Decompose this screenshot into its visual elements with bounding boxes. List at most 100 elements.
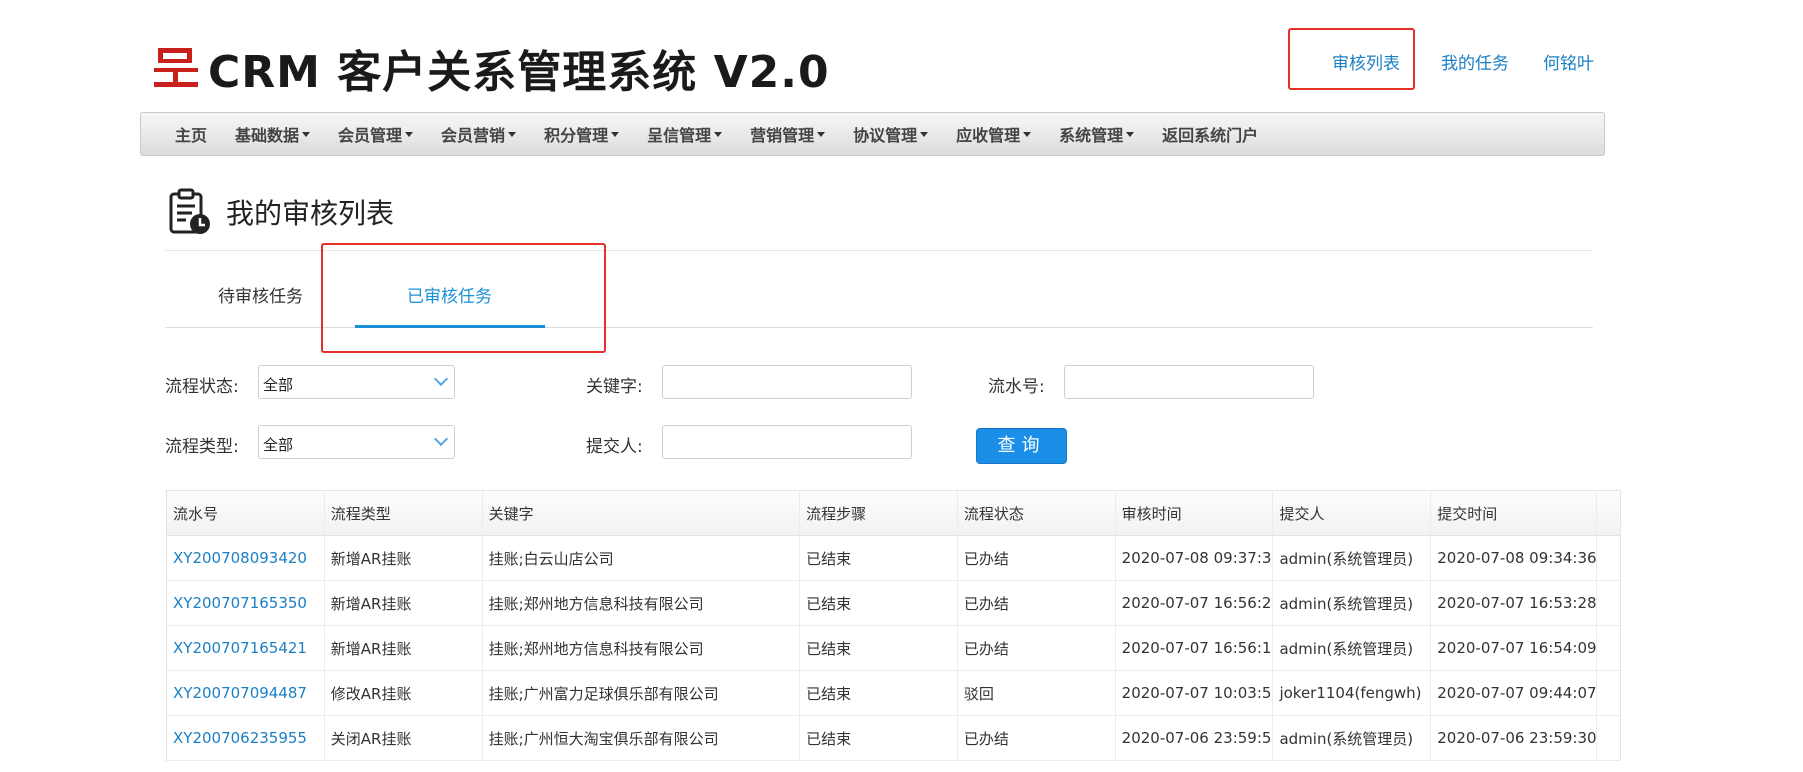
table-row: XY200707165421 新增AR挂账 挂账;郑州地方信息科技有限公司 已结束 已办… <box>167 626 1620 671</box>
caret-down-icon <box>508 131 517 137</box>
table-row: XY200707094487 修改AR挂账 挂账;广州富力足球俱乐部有限公司 已结束驳… <box>167 671 1620 716</box>
table-header: 流水号 流程类型 关键字 流程步骤 流程状态 审核时间 提交人 提交时间 <box>167 491 1620 536</box>
table-cell: 已结束 <box>800 536 958 580</box>
serial-number-link[interactable]: XY200707094487 <box>167 671 325 715</box>
nav-home[interactable]: 主页 <box>175 122 207 146</box>
column-header: 提交时间 <box>1431 491 1597 535</box>
submitter-label: 提交人: <box>586 437 643 457</box>
column-header: 流水号 <box>167 491 325 535</box>
table-cell: admin(系统管理员) <box>1273 626 1432 670</box>
table-cell: 2020-07-08 09:34:36 <box>1431 536 1597 580</box>
table-cell: 已办结 <box>958 626 1116 670</box>
app-logo: CRM 客户关系管理系统 V2.0 <box>154 36 830 100</box>
table-cell: joker1104(fengwh) <box>1273 671 1432 715</box>
caret-down-icon <box>1023 131 1032 137</box>
table-cell: 新增AR挂账 <box>325 536 483 580</box>
review-table: 流水号 流程类型 关键字 流程步骤 流程状态 审核时间 提交人 提交时间 XY2… <box>166 490 1621 761</box>
keyword-label: 关键字: <box>586 377 643 397</box>
serial-number-link[interactable]: XY200707165421 <box>167 626 325 670</box>
scrollbar-gutter <box>1597 536 1620 580</box>
tab-pending-review[interactable]: 待审核任务 <box>218 282 303 307</box>
chevron-down-icon <box>433 371 449 387</box>
table-row: XY200706235955 关闭AR挂账 挂账;广州恒大淘宝俱乐部有限公司 已结束已… <box>167 716 1620 761</box>
serial-number-link[interactable]: XY200706235955 <box>167 716 325 760</box>
scrollbar-gutter <box>1597 716 1620 760</box>
review-list-link[interactable]: 审核列表 <box>1332 49 1400 74</box>
table-cell: 2020-07-07 10:03:55 <box>1116 671 1274 715</box>
table-cell: 挂账;白云山店公司 <box>483 536 801 580</box>
scrollbar-gutter <box>1597 671 1620 715</box>
nav-points-management[interactable]: 积分管理 <box>544 122 620 146</box>
serial-number-link[interactable]: XY200707165350 <box>167 581 325 625</box>
process-status-label: 流程状态: <box>165 377 239 397</box>
table-body: XY200708093420 新增AR挂账 挂账;白云山店公司 已结束 已办结 2020-… <box>167 536 1620 761</box>
table-cell: 新增AR挂账 <box>325 626 483 670</box>
page-heading: 我的审核列表 <box>168 188 394 236</box>
nav-chengxin-management[interactable]: 呈信管理 <box>647 122 723 146</box>
scrollbar-gutter <box>1597 581 1620 625</box>
table-cell: admin(系统管理员) <box>1273 536 1432 580</box>
tab-bar: 待审核任务 已审核任务 <box>165 270 1593 328</box>
table-cell: 已办结 <box>958 716 1116 760</box>
process-type-value: 全部 <box>263 436 294 454</box>
keyword-input[interactable] <box>662 365 912 399</box>
divider <box>165 250 1593 251</box>
page-title: 我的审核列表 <box>226 197 395 230</box>
table-cell: 关闭AR挂账 <box>325 716 483 760</box>
nav-basic-data[interactable]: 基础数据 <box>235 122 311 146</box>
scrollbar-gutter <box>1597 491 1620 535</box>
table-cell: 2020-07-07 16:56:20 <box>1116 581 1274 625</box>
table-cell: 已结束 <box>800 716 958 760</box>
nav-agreement-management[interactable]: 协议管理 <box>853 122 929 146</box>
process-status-value: 全部 <box>263 376 294 394</box>
nav-marketing-management[interactable]: 营销管理 <box>750 122 826 146</box>
user-name-link[interactable]: 何铭叶 <box>1543 49 1594 74</box>
caret-down-icon <box>920 131 929 137</box>
my-tasks-link[interactable]: 我的任务 <box>1441 49 1509 74</box>
caret-down-icon <box>1126 131 1135 137</box>
table-cell: 2020-07-07 16:53:28 <box>1431 581 1597 625</box>
table-cell: 已结束 <box>800 581 958 625</box>
table-cell: 2020-07-06 23:59:30 <box>1431 716 1597 760</box>
table-cell: 已办结 <box>958 536 1116 580</box>
table-row: XY200707165350 新增AR挂账 挂账;郑州地方信息科技有限公司 已结束 已办… <box>167 581 1620 626</box>
table-cell: 2020-07-07 16:56:19 <box>1116 626 1274 670</box>
caret-down-icon <box>302 131 311 137</box>
table-cell: 挂账;广州富力足球俱乐部有限公司 <box>483 671 801 715</box>
table-cell: 已结束 <box>800 671 958 715</box>
table-cell: 新增AR挂账 <box>325 581 483 625</box>
table-cell: 修改AR挂账 <box>325 671 483 715</box>
table-cell: 挂账;郑州地方信息科技有限公司 <box>483 626 801 670</box>
column-header: 关键字 <box>483 491 801 535</box>
scrollbar-gutter <box>1597 626 1620 670</box>
process-status-select[interactable]: 全部 <box>258 365 455 399</box>
column-header: 流程状态 <box>958 491 1116 535</box>
table-cell: 2020-07-07 16:54:09 <box>1431 626 1597 670</box>
serial-number-label: 流水号: <box>988 377 1045 397</box>
process-type-select[interactable]: 全部 <box>258 425 455 459</box>
app-title: CRM 客户关系管理系统 V2.0 <box>208 47 830 98</box>
clipboard-clock-icon <box>169 188 210 234</box>
submitter-input[interactable] <box>662 425 912 459</box>
logo-mark-icon <box>154 48 198 88</box>
serial-number-link[interactable]: XY200708093420 <box>167 536 325 580</box>
table-row: XY200708093420 新增AR挂账 挂账;白云山店公司 已结束 已办结 2020-… <box>167 536 1620 581</box>
active-tab-indicator <box>355 325 545 328</box>
nav-system-management[interactable]: 系统管理 <box>1059 122 1135 146</box>
nav-receivables-management[interactable]: 应收管理 <box>956 122 1032 146</box>
caret-down-icon <box>817 131 826 137</box>
app-header: CRM 客户关系管理系统 V2.0 审核列表 我的任务 何铭叶 <box>0 0 1803 110</box>
column-header: 流程类型 <box>325 491 483 535</box>
nav-member-marketing[interactable]: 会员营销 <box>441 122 517 146</box>
query-button[interactable]: 查询 <box>976 428 1067 464</box>
nav-return-portal[interactable]: 返回系统门户 <box>1162 122 1258 146</box>
table-cell: 驳回 <box>958 671 1116 715</box>
nav-member-management[interactable]: 会员管理 <box>338 122 414 146</box>
table-cell: 挂账;郑州地方信息科技有限公司 <box>483 581 801 625</box>
table-cell: admin(系统管理员) <box>1273 716 1432 760</box>
serial-number-input[interactable] <box>1064 365 1314 399</box>
tab-reviewed[interactable]: 已审核任务 <box>407 282 492 307</box>
table-cell: 已办结 <box>958 581 1116 625</box>
column-header: 流程步骤 <box>800 491 958 535</box>
chevron-down-icon <box>433 431 449 447</box>
